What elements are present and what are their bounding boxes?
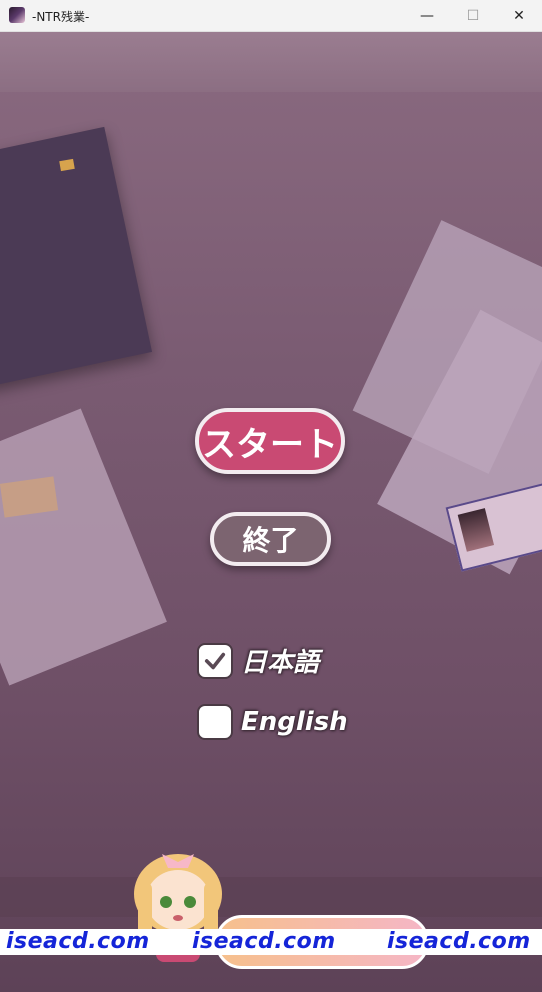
id-card-photo	[457, 508, 495, 552]
checkmark-icon	[204, 652, 226, 669]
window-title: -NTR残業-	[32, 10, 90, 24]
english-label: English	[241, 707, 348, 737]
minimize-icon: —	[420, 7, 434, 24]
language-option-english[interactable]: English	[197, 704, 348, 740]
maximize-icon: ☐	[466, 7, 480, 24]
watermark-text: iseacd.com	[192, 929, 336, 954]
start-button[interactable]: スタート	[195, 408, 345, 474]
minimize-button[interactable]: —	[404, 0, 450, 31]
quit-button[interactable]: 終了	[210, 512, 331, 566]
japanese-checkbox[interactable]	[197, 642, 233, 679]
close-icon: ✕	[513, 7, 525, 24]
maximize-button[interactable]: ☐	[450, 0, 496, 31]
game-canvas: スタート 終了 日本語 English iseacd.com iseacd.co…	[0, 32, 542, 992]
background-folder	[0, 126, 153, 388]
background-wood-panel	[0, 32, 542, 92]
watermark-text: iseacd.com	[6, 929, 150, 954]
app-icon	[9, 7, 25, 23]
english-checkbox[interactable]	[197, 704, 233, 740]
background-paper	[0, 408, 167, 686]
watermark-text: iseacd.com	[387, 929, 531, 954]
language-option-japanese[interactable]: 日本語	[197, 642, 319, 679]
background-shelf	[0, 877, 542, 917]
close-button[interactable]: ✕	[496, 0, 542, 31]
window-titlebar: -NTR残業- — ☐ ✕	[0, 0, 542, 32]
japanese-label: 日本語	[241, 648, 320, 678]
